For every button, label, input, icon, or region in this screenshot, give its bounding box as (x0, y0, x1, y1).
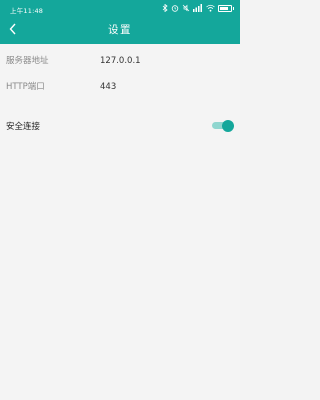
server-address-row: 服务器地址 (0, 46, 240, 74)
http-port-label: HTTP端口 (6, 82, 45, 92)
wifi-icon (206, 4, 215, 12)
settings-screen: 上午11:48 设置 服务器地址 127.0.0.1 HTTP端口 443 安全… (0, 0, 240, 400)
title-bar: 设置 (0, 18, 240, 42)
secure-connection-label: 安全连接 (6, 122, 41, 132)
status-time: 上午11:48 (10, 7, 44, 15)
secure-connection-toggle[interactable] (212, 119, 234, 132)
server-address-input[interactable] (100, 54, 230, 68)
mute-icon (182, 4, 190, 12)
status-icons (162, 4, 234, 12)
header-bar: 上午11:48 设置 (0, 0, 240, 44)
battery-icon (218, 4, 234, 12)
signal-icon (193, 4, 203, 12)
secure-connection-row: 安全连接 (0, 112, 240, 140)
alarm-icon (171, 4, 179, 12)
status-bar: 上午11:48 (0, 0, 240, 20)
toggle-knob (222, 119, 234, 132)
server-address-label: 服务器地址 (6, 56, 49, 66)
battery-fill (220, 6, 228, 10)
http-port-row: HTTP端口 (0, 72, 240, 100)
bluetooth-icon (162, 4, 168, 12)
http-port-input[interactable] (100, 80, 230, 94)
page-title: 设置 (108, 24, 132, 36)
